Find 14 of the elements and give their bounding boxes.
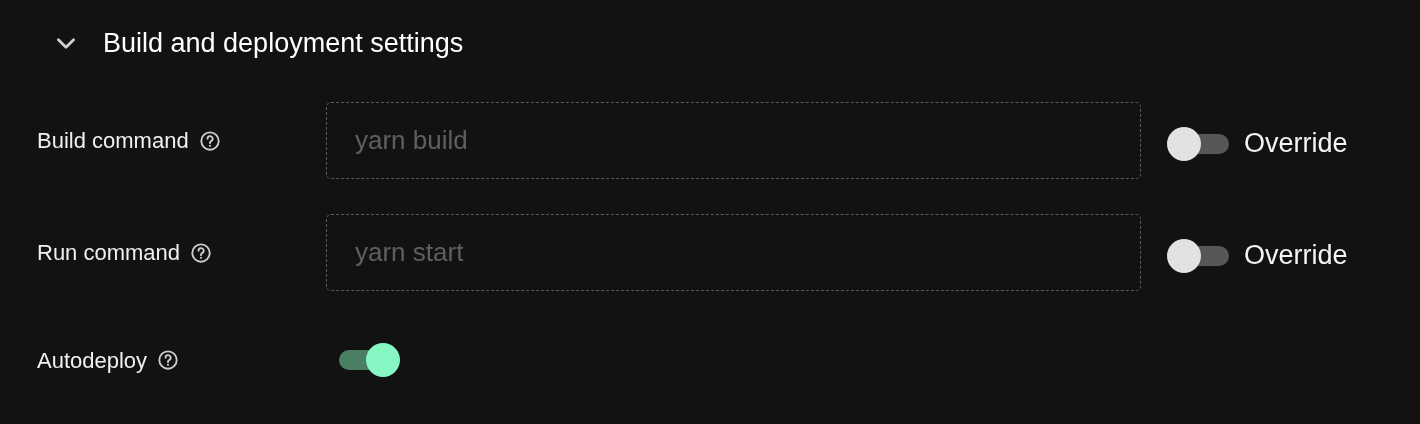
toggle-switch[interactable] xyxy=(1167,126,1229,161)
toggle-switch[interactable] xyxy=(339,343,401,377)
field-label: Build command xyxy=(37,127,189,155)
section-title: Build and deployment settings xyxy=(103,26,464,60)
help-icon[interactable] xyxy=(190,241,213,264)
help-icon[interactable] xyxy=(157,349,180,371)
help-icon[interactable] xyxy=(198,129,221,152)
override-label: Override xyxy=(1244,239,1348,273)
toggle-switch[interactable] xyxy=(1167,238,1229,273)
field-label: Autodeploy xyxy=(37,346,148,375)
command-field[interactable]: yarn build xyxy=(326,102,1141,179)
override-label: Override xyxy=(1244,127,1348,161)
command-field[interactable]: yarn start xyxy=(326,214,1141,291)
field-label: Run command xyxy=(37,239,181,267)
